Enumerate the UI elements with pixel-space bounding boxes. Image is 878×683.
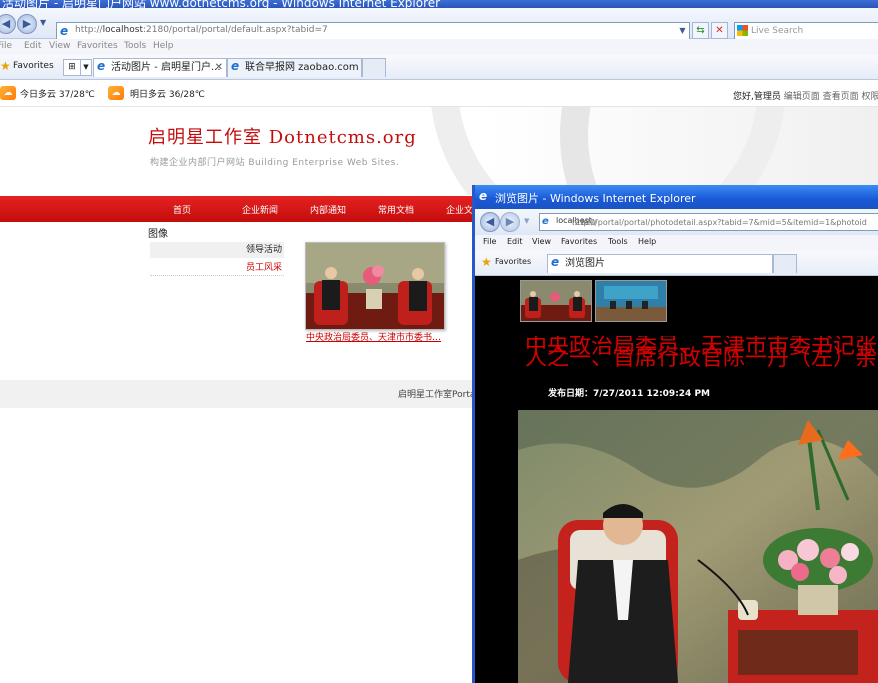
photo-caption-link[interactable]: 中央政治局委员、天津市市委书… — [306, 330, 446, 343]
new-tab-button[interactable] — [773, 254, 797, 273]
favorites-button[interactable]: Favorites — [13, 61, 54, 71]
ie-page-icon: e — [542, 216, 549, 227]
section-title: 图像 — [148, 229, 168, 240]
popup-favorites-bar: ★ Favorites e 浏览图片 — [475, 251, 878, 276]
new-tab-button[interactable] — [362, 58, 386, 77]
weather-today: 今日多云 37/28℃ — [20, 90, 95, 100]
menu-edit[interactable]: Edit — [507, 237, 523, 246]
menu-file[interactable]: File — [0, 41, 12, 51]
nav-home[interactable]: 首页 — [173, 203, 191, 216]
menu-edit[interactable]: Edit — [24, 41, 41, 51]
thumb-signing-image — [596, 281, 666, 321]
album-staff-style[interactable]: 员工风采 — [150, 260, 284, 276]
tab-activity-photos[interactable]: e 活动图片 - 启明星门户... ✕ — [93, 58, 227, 77]
ie-page-icon: e — [231, 59, 240, 73]
favorites-star-icon[interactable]: ★ — [0, 59, 11, 73]
menu-help[interactable]: Help — [638, 237, 656, 246]
nav-company-culture[interactable]: 企业文 — [446, 203, 473, 216]
menu-favorites[interactable]: Favorites — [77, 41, 118, 51]
stop-icon[interactable]: ✕ — [711, 22, 728, 39]
favorites-star-icon[interactable]: ★ — [481, 255, 492, 269]
menu-view[interactable]: View — [49, 41, 70, 51]
footer-text: 启明星工作室Porta — [398, 390, 476, 400]
photo-thumbnail[interactable] — [305, 242, 445, 330]
favorites-button[interactable]: Favorites — [495, 257, 531, 266]
main-window-title: 活动图片 - 启明星门户网站 www.dotnetcms.org - Windo… — [2, 0, 441, 8]
cloudy-sun-icon: ☁ — [0, 86, 16, 100]
popup-address-bar[interactable]: e http://localhost:2180/portal/portal/ph… — [539, 213, 878, 231]
popup-title-bar: e 浏览图片 - Windows Internet Explorer — [475, 185, 878, 209]
close-tab-icon[interactable]: ✕ — [215, 59, 223, 77]
user-greeting: 您好,管理员 编辑页面 查看页面 权限 — [733, 92, 878, 102]
history-dropdown-icon[interactable]: ▼ — [524, 217, 529, 225]
ie-page-icon: e — [97, 59, 106, 73]
favorites-bar: ★ Favorites ⊞ ▼ e 活动图片 - 启明星门户... ✕ e 联合早报… — [0, 55, 878, 80]
popup-window: e 浏览图片 - Windows Internet Explorer ◀ ▶ ▼… — [472, 185, 878, 683]
forward-icon[interactable]: ▶ — [17, 14, 37, 34]
live-search-icon — [737, 25, 748, 36]
photo-headline: 中央政治局委员、天津市市委书记张高丽 人之一、首席行政官陈一丹（左）亲切会 — [525, 336, 878, 370]
tab-browse-photo[interactable]: e 浏览图片 — [547, 254, 773, 273]
history-dropdown-icon[interactable]: ▼ — [40, 18, 46, 27]
ie-window-icon: e — [479, 189, 488, 203]
weather-tomorrow: 明日多云 36/28℃ — [130, 90, 205, 100]
popup-navigation-bar: ◀ ▶ ▼ e http://localhost:2180/portal/por… — [475, 209, 878, 235]
menu-file[interactable]: File — [483, 237, 496, 246]
site-logo-title: 启明星工作室 Dotnetcms.org — [148, 127, 417, 148]
photo-thumb-2[interactable] — [595, 280, 667, 322]
admin-links[interactable]: 编辑页面 查看页面 权限 — [784, 92, 878, 102]
address-dropdown-icon[interactable]: ▼ — [675, 23, 690, 38]
photo-thumb-1[interactable] — [520, 280, 592, 322]
menu-view[interactable]: View — [532, 237, 551, 246]
ie-page-icon: e — [60, 24, 69, 38]
popup-menu-bar: File Edit View Favorites Tools Help — [475, 235, 878, 251]
album-leaders-activity[interactable]: 领导活动 — [150, 242, 284, 258]
menu-tools[interactable]: Tools — [608, 237, 628, 246]
nav-documents[interactable]: 常用文档 — [378, 203, 414, 216]
main-navigation-bar: ◀ ▶ ▼ e http://localhost:2180/portal/por… — [0, 8, 878, 41]
popup-window-title: 浏览图片 - Windows Internet Explorer — [495, 192, 696, 205]
thumb-meeting-image — [521, 281, 591, 321]
large-photo — [518, 410, 878, 683]
cloudy-sun-icon: ☁ — [108, 86, 124, 100]
weather-bar: ☁ 今日多云 37/28℃ ☁ 明日多云 36/28℃ 您好,管理员 编辑页面 … — [0, 80, 878, 107]
banner-swoosh — [560, 107, 878, 195]
menu-help[interactable]: Help — [153, 41, 174, 51]
tab-zaobao[interactable]: e 联合早报网 zaobao.com — [227, 58, 362, 77]
site-banner — [0, 107, 878, 195]
refresh-icon[interactable]: ⇆ — [692, 22, 709, 39]
large-meeting-photo-image — [518, 410, 878, 683]
quick-tabs-icon[interactable]: ⊞ — [63, 59, 81, 76]
tab-list-dropdown-icon[interactable]: ▼ — [80, 59, 92, 76]
back-icon[interactable]: ◀ — [0, 14, 16, 34]
site-logo-subtitle: 构建企业内部门户网站 Building Enterprise Web Sites… — [150, 158, 400, 168]
ie-page-icon: e — [551, 255, 560, 269]
menu-tools[interactable]: Tools — [124, 41, 146, 51]
forward-icon[interactable]: ▶ — [500, 212, 520, 232]
menu-favorites[interactable]: Favorites — [561, 237, 597, 246]
publish-date: 发布日期：7/27/2011 12:09:24 PM — [548, 389, 711, 399]
nav-company-news[interactable]: 企业新闻 — [242, 203, 278, 216]
meeting-photo-image — [306, 243, 444, 329]
back-icon[interactable]: ◀ — [480, 212, 500, 232]
main-menu-bar: File Edit View Favorites Tools Help — [0, 39, 878, 55]
main-title-bar: 活动图片 - 启明星门户网站 www.dotnetcms.org - Windo… — [0, 0, 878, 8]
nav-internal-notices[interactable]: 内部通知 — [310, 203, 346, 216]
